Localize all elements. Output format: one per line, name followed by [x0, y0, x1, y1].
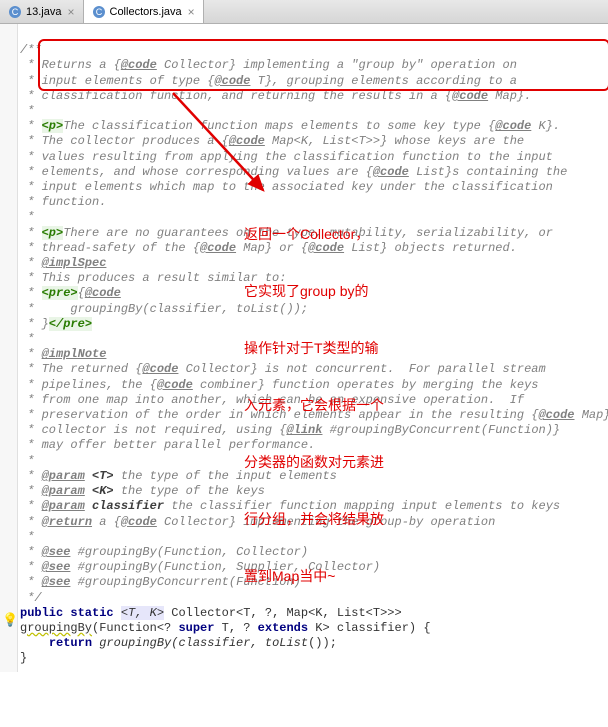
code-line: return groupingBy(classifier, toList()); — [20, 636, 337, 650]
editor-wrapper: 💡 /** * Returns a {@code Collector} impl… — [0, 24, 608, 672]
code-line: groupingBy(Function<? super T, ? extends… — [20, 621, 431, 635]
editor-gutter: 💡 — [0, 24, 18, 672]
code-line: } — [20, 651, 27, 665]
tab-label: Collectors.java — [110, 6, 182, 18]
code-line: public static <T, K> Collector<T, ?, Map… — [20, 606, 402, 620]
code-area[interactable]: /** * Returns a {@code Collector} implem… — [18, 24, 608, 672]
close-icon[interactable]: × — [186, 5, 195, 19]
svg-text:C: C — [95, 7, 102, 17]
intention-bulb-icon[interactable]: 💡 — [2, 613, 18, 628]
editor-tabs: C 13.java × C Collectors.java × — [0, 0, 608, 24]
java-class-icon: C — [92, 5, 106, 19]
tab-file-2[interactable]: C Collectors.java × — [84, 0, 204, 23]
tab-label: 13.java — [26, 6, 61, 18]
java-class-icon: C — [8, 5, 22, 19]
tab-file-1[interactable]: C 13.java × — [0, 0, 84, 23]
close-icon[interactable]: × — [65, 5, 74, 19]
javadoc-text: /** * Returns a {@code Collector} implem… — [20, 43, 608, 604]
svg-text:C: C — [12, 7, 19, 17]
